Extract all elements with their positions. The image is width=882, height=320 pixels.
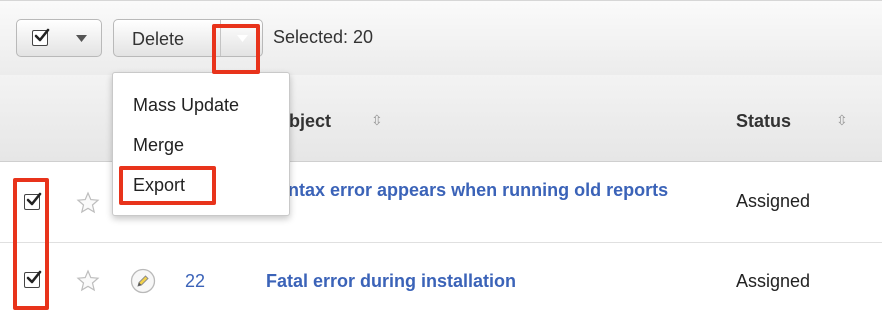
selected-count: Selected: 20 (273, 27, 374, 47)
chevron-down-icon (76, 35, 87, 42)
highlight-dropdown-toggle (212, 24, 260, 74)
menu-item-mass-update[interactable]: Mass Update (133, 95, 239, 116)
record-number-link[interactable]: 22 (185, 271, 205, 292)
edit-pencil-icon[interactable] (130, 268, 156, 294)
sort-icon[interactable]: ⇳ (836, 112, 848, 129)
select-all-checkbox[interactable] (32, 28, 50, 46)
status-value: Assigned (736, 271, 811, 291)
star-icon[interactable] (76, 269, 100, 293)
record-subject-link[interactable]: Syntax error appears when running old re… (266, 178, 716, 203)
table-row: 22 Fatal error during installation Assig… (0, 243, 882, 320)
delete-button-label: Delete (132, 29, 185, 49)
menu-item-merge[interactable]: Merge (133, 135, 184, 156)
status-value: Assigned (736, 191, 811, 211)
sort-icon[interactable]: ⇳ (371, 112, 383, 129)
star-icon[interactable] (76, 191, 100, 215)
record-subject-link[interactable]: Fatal error during installation (266, 271, 516, 292)
list-toolbar: Delete Selected: 20 (0, 0, 882, 76)
column-header-status[interactable]: Status (736, 111, 791, 132)
highlight-export (119, 166, 216, 205)
mass-select-button[interactable] (16, 19, 102, 57)
highlight-row-checkboxes (13, 178, 49, 310)
